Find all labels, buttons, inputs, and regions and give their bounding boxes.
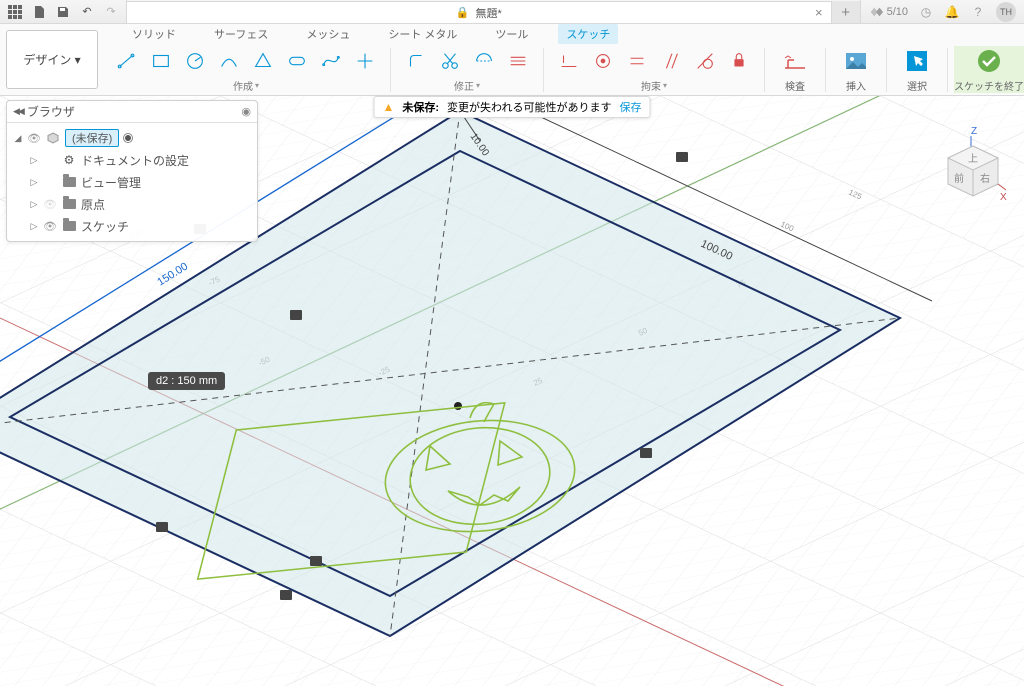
visibility-icon[interactable]: 👁 xyxy=(43,220,57,233)
context-tabs: ソリッド サーフェス メッシュ シート メタル ツール スケッチ xyxy=(104,24,1024,44)
workspace-switcher[interactable]: デザイン ▾ xyxy=(6,30,98,89)
ribbon: デザイン ▾ ソリッド サーフェス メッシュ シート メタル ツール スケッチ xyxy=(0,24,1024,96)
status-area: 5/10 ◷ 🔔 ? TH xyxy=(861,2,1024,22)
axis-z-label: Z xyxy=(971,126,977,137)
twisty-icon[interactable]: ◢ xyxy=(13,133,23,144)
gear-icon: ⚙ xyxy=(61,153,77,167)
tree-item-views[interactable]: ▷ ビュー管理 xyxy=(7,171,257,193)
app-menu-icon[interactable] xyxy=(6,3,24,21)
ctx-sheetmetal[interactable]: シート メタル xyxy=(380,24,465,44)
browser-settings-icon[interactable]: ◉ xyxy=(241,105,251,118)
fix-constraint-icon[interactable] xyxy=(724,46,754,76)
circle-tool-icon[interactable] xyxy=(180,46,210,76)
polygon-tool-icon[interactable] xyxy=(248,46,278,76)
active-component-radio[interactable] xyxy=(123,133,133,143)
view-cube[interactable]: Z 上 前 右 X xyxy=(938,124,1008,204)
unsaved-banner: ▲ 未保存: 変更が失われる可能性があります 保存 xyxy=(373,96,650,118)
twisty-icon[interactable]: ▷ xyxy=(29,155,39,166)
group-create-label[interactable]: 作成 xyxy=(233,78,259,93)
extend-tool-icon[interactable] xyxy=(469,46,499,76)
folder-icon xyxy=(61,199,77,209)
axis-x-label: X xyxy=(1000,192,1007,203)
trim-tool-icon[interactable] xyxy=(435,46,465,76)
svg-text:右: 右 xyxy=(980,172,990,185)
unsaved-label: 未保存: xyxy=(402,99,439,115)
select-button[interactable]: 選択 xyxy=(893,46,941,93)
title-bar: ↶ ↷ 🔒 無題* × + 5/10 ◷ 🔔 ? TH xyxy=(0,0,1024,24)
save-link[interactable]: 保存 xyxy=(620,99,642,115)
ctx-surface[interactable]: サーフェス xyxy=(206,24,276,44)
undo-icon[interactable]: ↶ xyxy=(78,3,96,21)
close-tab-icon[interactable]: × xyxy=(815,5,823,20)
folder-icon xyxy=(61,177,77,187)
fillet-tool-icon[interactable] xyxy=(401,46,431,76)
group-create: 作成 xyxy=(108,46,384,93)
twisty-icon[interactable]: ▷ xyxy=(29,221,39,232)
tree-item-settings[interactable]: ▷ ⚙ ドキュメントの設定 xyxy=(7,149,257,171)
coincident-constraint-icon[interactable] xyxy=(588,46,618,76)
document-title: 無題* xyxy=(476,5,502,21)
ctx-sketch[interactable]: スケッチ xyxy=(558,24,618,44)
quick-access-toolbar: ↶ ↷ xyxy=(0,3,126,21)
svg-text:前: 前 xyxy=(954,172,964,185)
arc-tool-icon[interactable] xyxy=(214,46,244,76)
collapse-browser-icon[interactable]: ◀◀ xyxy=(13,106,23,117)
redo-icon[interactable]: ↷ xyxy=(102,3,120,21)
group-modify: 修正 xyxy=(397,46,537,93)
parallel-constraint-icon[interactable] xyxy=(656,46,686,76)
line-tool-icon[interactable] xyxy=(112,46,142,76)
group-constrain-label[interactable]: 拘束 xyxy=(641,78,667,93)
visibility-icon[interactable]: 👁 xyxy=(27,132,41,145)
point-tool-icon[interactable] xyxy=(350,46,380,76)
document-tab[interactable]: 🔒 無題* × xyxy=(127,1,832,23)
ctx-mesh[interactable]: メッシュ xyxy=(298,24,358,44)
tool-row: 作成 修正 xyxy=(104,44,1024,95)
tree-item-origin[interactable]: ▷ 👁 原点 xyxy=(7,193,257,215)
twisty-icon[interactable]: ▷ xyxy=(29,177,39,188)
browser-panel: ◀◀ ブラウザ ◉ ◢ 👁 (未保存) ▷ ⚙ ドキュメントの設定 ▷ ビュー管… xyxy=(6,100,258,242)
spline-tool-icon[interactable] xyxy=(316,46,346,76)
component-icon xyxy=(45,132,61,144)
inspect-button[interactable]: 検査 xyxy=(771,46,819,93)
extensions-indicator[interactable]: 5/10 xyxy=(869,5,908,19)
browser-title: ブラウザ xyxy=(27,103,238,120)
tree-root[interactable]: ◢ 👁 (未保存) xyxy=(7,127,257,149)
unsaved-message: 変更が失われる可能性があります xyxy=(447,99,611,115)
ctx-solid[interactable]: ソリッド xyxy=(124,24,184,44)
document-tabs: 🔒 無題* × + xyxy=(126,0,861,23)
browser-tree: ◢ 👁 (未保存) ▷ ⚙ ドキュメントの設定 ▷ ビュー管理 ▷ 👁 原点 ▷… xyxy=(7,123,257,241)
insert-button[interactable]: 挿入 xyxy=(832,46,880,93)
rectangle-tool-icon[interactable] xyxy=(146,46,176,76)
group-constrain: 拘束 xyxy=(550,46,758,93)
equal-constraint-icon[interactable] xyxy=(622,46,652,76)
job-status-icon[interactable]: ◷ xyxy=(918,4,934,20)
ctx-tools[interactable]: ツール xyxy=(487,24,536,44)
tangent-constraint-icon[interactable] xyxy=(690,46,720,76)
folder-icon xyxy=(61,221,77,231)
help-icon[interactable]: ? xyxy=(970,4,986,20)
offset-tool-icon[interactable] xyxy=(503,46,533,76)
finish-sketch-button[interactable]: スケッチを終了 xyxy=(954,46,1024,93)
twisty-icon[interactable]: ▷ xyxy=(29,199,39,210)
ribbon-contexts: ソリッド サーフェス メッシュ シート メタル ツール スケッチ xyxy=(104,24,1024,95)
warning-icon: ▲ xyxy=(382,100,394,114)
group-modify-label[interactable]: 修正 xyxy=(454,78,480,93)
save-icon[interactable] xyxy=(54,3,72,21)
dimension-tooltip: d2 : 150 mm xyxy=(148,372,225,390)
user-avatar[interactable]: TH xyxy=(996,2,1016,22)
svg-text:上: 上 xyxy=(968,153,978,165)
notifications-icon[interactable]: 🔔 xyxy=(944,4,960,20)
horizontal-constraint-icon[interactable] xyxy=(554,46,584,76)
new-file-icon[interactable] xyxy=(30,3,48,21)
tree-item-sketches[interactable]: ▷ 👁 スケッチ xyxy=(7,215,257,237)
slot-tool-icon[interactable] xyxy=(282,46,312,76)
add-tab-button[interactable]: + xyxy=(832,1,860,23)
visibility-icon[interactable]: 👁 xyxy=(43,198,57,211)
lock-icon: 🔒 xyxy=(456,6,470,19)
